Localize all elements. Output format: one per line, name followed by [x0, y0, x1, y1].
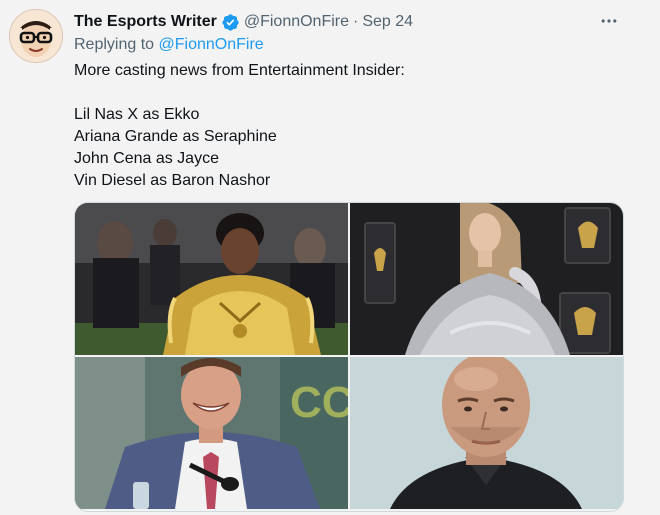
photo-4[interactable]	[350, 357, 623, 509]
media-grid: CC	[74, 202, 624, 512]
photo-1[interactable]	[75, 203, 348, 355]
casting-line: Ariana Grande as Seraphine	[74, 128, 277, 145]
separator-dot: ·	[353, 13, 359, 30]
cartoon-glasses-avatar-icon	[10, 10, 62, 62]
tweet-header: The Esports Writer @FionnOnFire · Sep 24	[74, 11, 413, 33]
author-avatar[interactable]	[9, 9, 63, 63]
replying-handle-link[interactable]: @FionnOnFire	[159, 36, 264, 53]
casting-line: Vin Diesel as Baron Nashor	[74, 172, 271, 189]
svg-text:CC: CC	[290, 378, 348, 427]
replying-prefix: Replying to	[74, 36, 159, 53]
more-options-button[interactable]	[596, 10, 622, 32]
author-handle[interactable]: @FionnOnFire	[244, 13, 349, 31]
tweet-date[interactable]: Sep 24	[362, 13, 413, 31]
more-horizontal-icon	[601, 19, 617, 23]
photo-3[interactable]: CC	[75, 357, 348, 509]
tweet-text: More casting news from Entertainment Ins…	[74, 60, 634, 192]
author-name[interactable]: The Esports Writer	[74, 13, 217, 31]
verified-badge-icon	[221, 13, 240, 32]
replying-to: Replying to @FionnOnFire	[74, 36, 264, 54]
casting-line: Lil Nas X as Ekko	[74, 106, 200, 123]
tweet-intro: More casting news from Entertainment Ins…	[74, 62, 405, 79]
photo-2[interactable]	[350, 203, 623, 355]
tweet[interactable]: The Esports Writer @FionnOnFire · Sep 24…	[0, 0, 660, 515]
casting-line: John Cena as Jayce	[74, 150, 219, 167]
